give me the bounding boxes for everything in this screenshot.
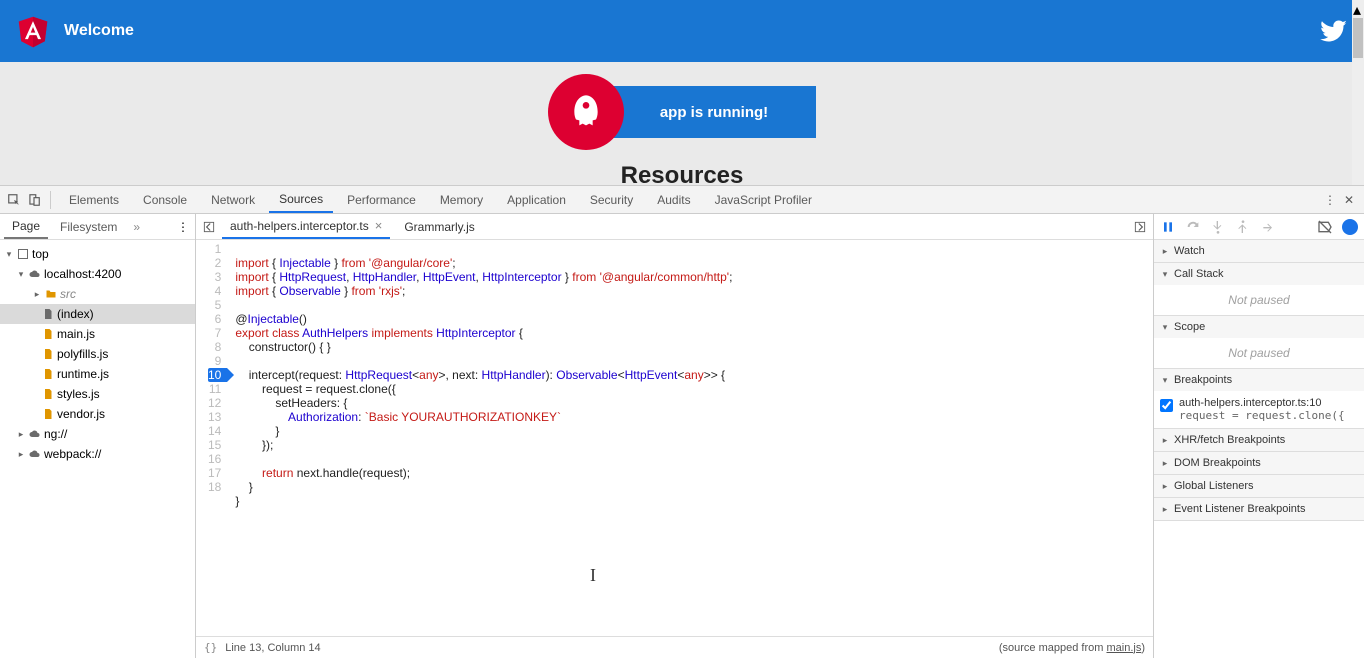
pane-watch[interactable]: ▸Watch <box>1154 240 1364 262</box>
tab-console[interactable]: Console <box>133 186 197 213</box>
twitter-icon[interactable] <box>1320 17 1348 45</box>
pretty-print-icon[interactable]: {} <box>204 641 217 654</box>
step-over-icon[interactable] <box>1185 219 1201 235</box>
editor-tabbar: auth-helpers.interceptor.ts× Grammarly.j… <box>196 214 1153 240</box>
tab-security[interactable]: Security <box>580 186 643 213</box>
debugger-toolbar <box>1154 214 1364 240</box>
pane-callstack[interactable]: ▾Call Stack <box>1154 263 1364 285</box>
deactivate-breakpoints-icon[interactable] <box>1317 219 1333 235</box>
pause-icon[interactable] <box>1160 219 1176 235</box>
tab-memory[interactable]: Memory <box>430 186 493 213</box>
navigator-panel: Page Filesystem » ⋮ ▾top ▾localhost:4200… <box>0 214 196 658</box>
tree-webpack[interactable]: ▸webpack:// <box>0 444 195 464</box>
app-header: Welcome <box>0 0 1364 62</box>
tree-polyfills[interactable]: polyfills.js <box>0 344 195 364</box>
nav-tab-page[interactable]: Page <box>4 214 48 239</box>
page-scrollbar[interactable]: ▴ <box>1352 0 1364 185</box>
pane-scope[interactable]: ▾Scope <box>1154 316 1364 338</box>
pane-breakpoints[interactable]: ▾Breakpoints <box>1154 369 1364 391</box>
tree-index[interactable]: (index) <box>0 304 195 324</box>
tab-jsprofiler[interactable]: JavaScript Profiler <box>705 186 822 213</box>
tab-audits[interactable]: Audits <box>647 186 700 213</box>
callstack-not-paused: Not paused <box>1160 289 1358 311</box>
tree-runtime[interactable]: runtime.js <box>0 364 195 384</box>
code-editor[interactable]: 123456789101112131415161718 import { Inj… <box>196 240 1153 636</box>
tree-top[interactable]: ▾top <box>0 244 195 264</box>
tree-ng[interactable]: ▸ng:// <box>0 424 195 444</box>
breakpoint-item[interactable]: auth-helpers.interceptor.ts:10 request =… <box>1160 395 1358 424</box>
tree-mainjs[interactable]: main.js <box>0 324 195 344</box>
editor-panel: auth-helpers.interceptor.ts× Grammarly.j… <box>196 214 1154 658</box>
tree-styles[interactable]: styles.js <box>0 384 195 404</box>
editor-tab-interceptor[interactable]: auth-helpers.interceptor.ts× <box>222 214 390 239</box>
tree-host[interactable]: ▾localhost:4200 <box>0 264 195 284</box>
breakpoint-checkbox[interactable] <box>1160 399 1173 412</box>
running-chip: app is running! <box>612 86 816 138</box>
banner-row: app is running! <box>0 74 1364 150</box>
pane-global[interactable]: ▸Global Listeners <box>1154 475 1364 497</box>
nav-expand-icon[interactable] <box>1133 220 1147 234</box>
nav-collapse-icon[interactable] <box>202 220 216 234</box>
rocket-icon <box>548 74 624 150</box>
app-title: Welcome <box>64 22 134 40</box>
line-gutter[interactable]: 123456789101112131415161718 <box>196 240 227 636</box>
tree-src[interactable]: ▸src <box>0 284 195 304</box>
editor-status-bar: {} Line 13, Column 14 (source mapped fro… <box>196 636 1153 658</box>
tab-network[interactable]: Network <box>201 186 265 213</box>
breakpoint-code: request = request.clone({ <box>1179 409 1345 422</box>
scope-not-paused: Not paused <box>1160 342 1358 364</box>
pause-on-exceptions-icon[interactable] <box>1342 219 1358 235</box>
tab-performance[interactable]: Performance <box>337 186 426 213</box>
nav-tab-fs[interactable]: Filesystem <box>52 214 125 239</box>
inspect-icon[interactable] <box>6 192 22 208</box>
editor-tab-grammarly[interactable]: Grammarly.js <box>396 214 482 239</box>
close-tab-icon[interactable]: × <box>375 218 383 233</box>
devtools: Elements Console Network Sources Perform… <box>0 185 1364 658</box>
devtools-close-icon[interactable]: ✕ <box>1344 193 1354 207</box>
pane-event[interactable]: ▸Event Listener Breakpoints <box>1154 498 1364 520</box>
cursor-position: Line 13, Column 14 <box>225 642 320 654</box>
tab-application[interactable]: Application <box>497 186 576 213</box>
pane-xhr[interactable]: ▸XHR/fetch Breakpoints <box>1154 429 1364 451</box>
step-into-icon[interactable] <box>1210 219 1226 235</box>
angular-logo-icon <box>16 13 50 49</box>
devtools-menu-icon[interactable]: ⋮ <box>1324 193 1336 207</box>
pane-dom[interactable]: ▸DOM Breakpoints <box>1154 452 1364 474</box>
step-out-icon[interactable] <box>1235 219 1251 235</box>
tree-vendor[interactable]: vendor.js <box>0 404 195 424</box>
nav-menu-icon[interactable]: ⋮ <box>177 220 189 234</box>
code-lines[interactable]: import { Injectable } from '@angular/cor… <box>227 240 732 636</box>
text-cursor-icon: I <box>590 565 596 586</box>
debugger-panel: ▸Watch ▾Call Stack Not paused ▾Scope Not… <box>1154 214 1364 658</box>
devtools-tabbar: Elements Console Network Sources Perform… <box>0 186 1364 214</box>
tab-sources[interactable]: Sources <box>269 186 333 213</box>
breakpoint-file: auth-helpers.interceptor.ts:10 <box>1179 397 1345 409</box>
tab-elements[interactable]: Elements <box>59 186 129 213</box>
device-toggle-icon[interactable] <box>26 192 42 208</box>
step-icon[interactable] <box>1260 219 1276 235</box>
app-preview: Welcome app is running! Resources ▴ <box>0 0 1364 185</box>
nav-more-icon[interactable]: » <box>133 220 140 234</box>
file-tree: ▾top ▾localhost:4200 ▸src (index) main.j… <box>0 240 195 468</box>
resources-heading: Resources <box>0 162 1364 185</box>
source-map-link[interactable]: main.js <box>1106 642 1141 654</box>
source-mapped-label: (source mapped from main.js) <box>999 642 1145 654</box>
